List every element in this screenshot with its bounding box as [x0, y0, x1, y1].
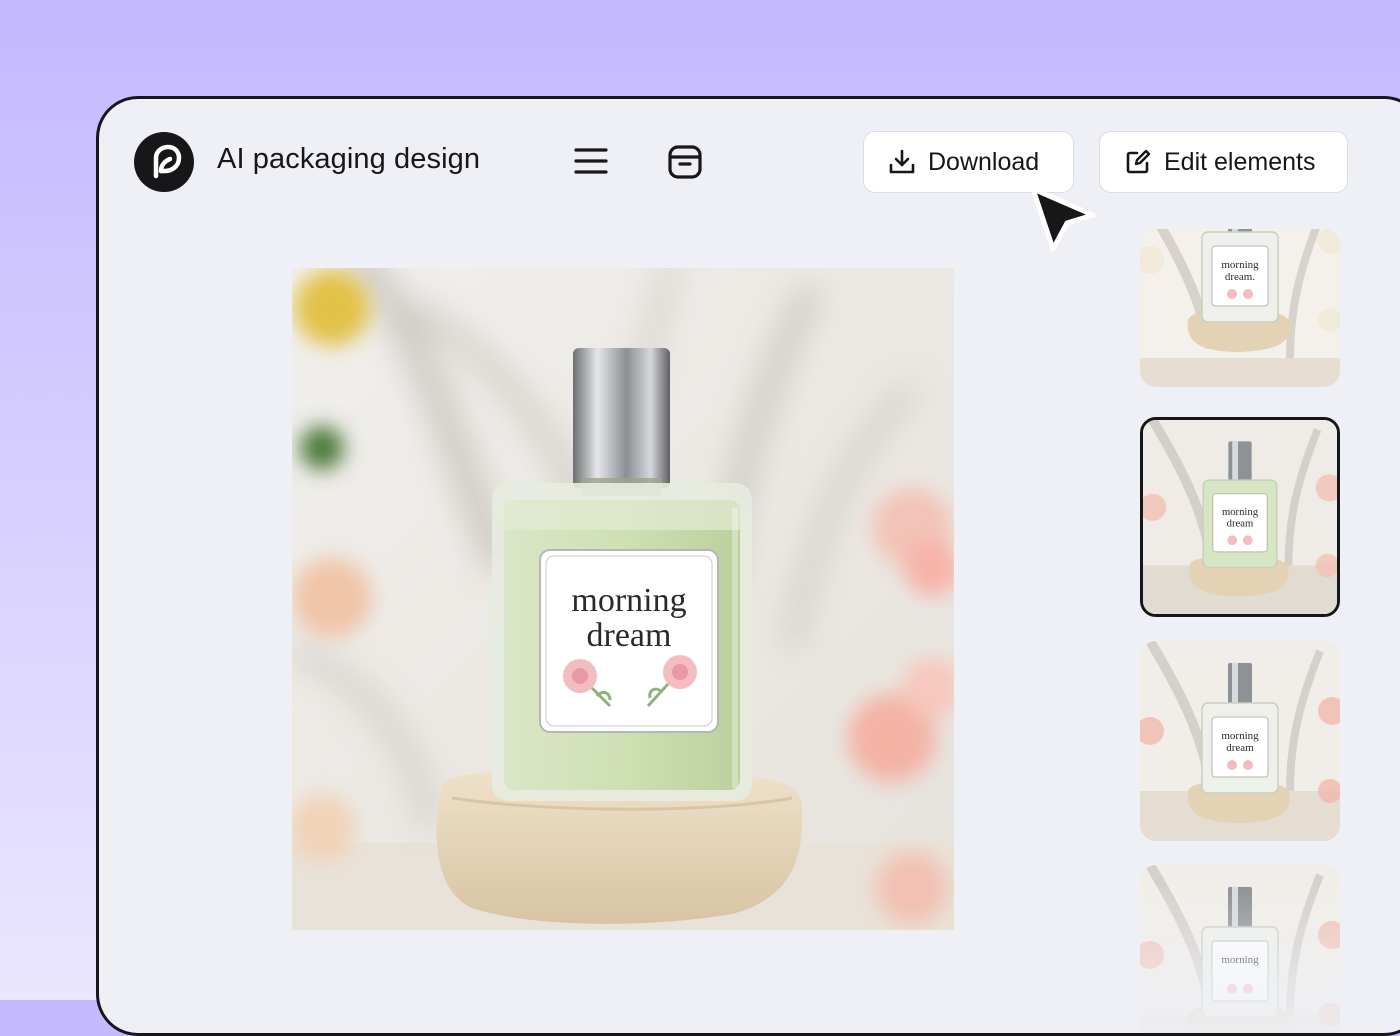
edit-elements-button[interactable]: Edit elements — [1099, 131, 1348, 193]
edit-square-icon — [1126, 149, 1151, 174]
svg-text:morning: morning — [1222, 506, 1259, 518]
mouse-pointer-icon — [1023, 183, 1099, 260]
edit-elements-button-label: Edit elements — [1164, 147, 1316, 176]
bottle-label-line2: dream — [587, 617, 672, 654]
variant-thumbnail[interactable]: morning — [1140, 865, 1340, 1033]
download-button-label: Download — [928, 147, 1040, 176]
variant-thumbnail[interactable]: morning dream — [1140, 417, 1340, 617]
app-window: AI packaging design Download Edit elemen… — [96, 96, 1400, 1036]
svg-text:dream: dream — [1227, 518, 1254, 530]
svg-text:morning: morning — [1221, 954, 1259, 966]
variant-thumbnail[interactable]: morning dream. — [1140, 229, 1340, 387]
svg-text:morning: morning — [1221, 259, 1259, 271]
download-icon — [889, 149, 915, 174]
main-preview-image: morning dream — [292, 268, 954, 930]
app-title: AI packaging design — [217, 143, 481, 175]
leaf-logo-icon[interactable] — [134, 132, 194, 192]
svg-text:dream.: dream. — [1225, 271, 1255, 283]
svg-text:morning: morning — [1221, 730, 1259, 742]
archive-box-icon[interactable] — [667, 144, 703, 180]
svg-text:dream: dream — [1226, 742, 1254, 754]
hamburger-menu-icon[interactable] — [573, 143, 609, 179]
variant-thumbnail[interactable]: morning dream — [1140, 641, 1340, 841]
bottle-label-line1: morning — [571, 582, 686, 619]
